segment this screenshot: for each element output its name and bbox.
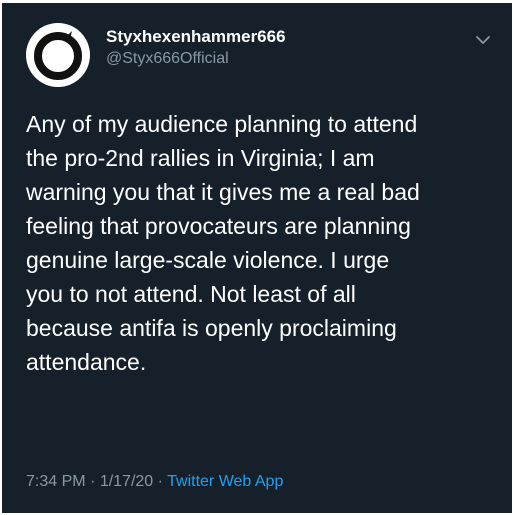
author-handle[interactable]: @Styx666Official	[106, 50, 229, 68]
tweet-text-line: you to not attend. Not least of all	[26, 281, 356, 307]
tweet-text-line: warning you that it gives me a real bad	[26, 179, 420, 205]
tweet-text-line: because antifa is openly proclaiming	[26, 315, 397, 341]
chevron-down-icon[interactable]	[472, 29, 494, 51]
tweet-text-line: feeling that provocateurs are planning	[26, 213, 411, 239]
tweet-date[interactable]: 1/17/20	[100, 473, 153, 490]
meta-separator: ·	[85, 473, 100, 490]
meta-separator: ·	[153, 473, 168, 490]
tweet-text-line: the pro-2nd rallies in Virginia; I am	[26, 145, 375, 171]
tweet-meta: 7:34 PM · 1/17/20 · Twitter Web App	[26, 473, 283, 491]
author-display-name[interactable]: Styxhexenhammer666	[106, 27, 286, 47]
tweet-text-line: Any of my audience planning to attend	[26, 111, 418, 137]
ouroboros-icon	[28, 25, 88, 85]
tweet-text-line: genuine large-scale violence. I urge	[26, 247, 390, 273]
tweet-text: Any of my audience planning to attend th…	[26, 107, 496, 379]
tweet-card: Styxhexenhammer666 @Styx666Official Any …	[2, 3, 512, 513]
tweet-text-line: attendance.	[26, 349, 147, 375]
tweet-time[interactable]: 7:34 PM	[26, 473, 86, 490]
avatar[interactable]	[26, 23, 90, 87]
tweet-source-link[interactable]: Twitter Web App	[167, 473, 283, 490]
